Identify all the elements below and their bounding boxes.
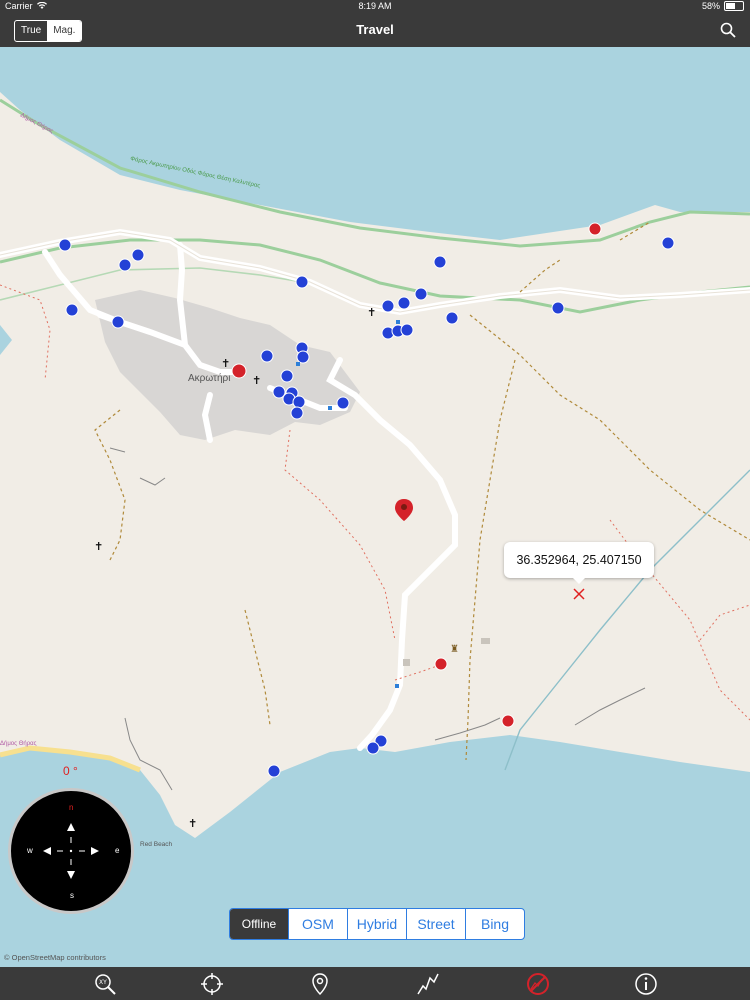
xy-zoom-icon[interactable]: XY xyxy=(93,972,117,996)
poi-marker[interactable] xyxy=(445,311,459,325)
map-type-selector[interactable]: Offline OSM Hybrid Street Bing xyxy=(229,908,525,940)
navigation-bar: True Mag. Travel xyxy=(0,14,750,47)
poi-marker[interactable] xyxy=(290,406,304,420)
church-icon: ✝ xyxy=(188,817,197,830)
attraction-marker[interactable] xyxy=(231,363,247,379)
poi-marker[interactable] xyxy=(260,349,274,363)
poi-marker[interactable] xyxy=(296,350,310,364)
restaurant-marker[interactable] xyxy=(267,764,281,778)
map-type-street[interactable]: Street xyxy=(406,909,465,939)
poi-marker[interactable] xyxy=(111,315,125,329)
compass[interactable]: n e s w xyxy=(8,788,134,914)
map-attribution: © OpenStreetMap contributors xyxy=(4,953,106,962)
page-title: Travel xyxy=(356,22,394,37)
poi-marker[interactable] xyxy=(366,741,380,755)
poi-marker[interactable] xyxy=(397,296,411,310)
church-icon: ✝ xyxy=(367,306,376,319)
track-path-icon[interactable] xyxy=(416,972,440,996)
coordinate-callout[interactable]: 36.352964, 25.407150 xyxy=(504,542,654,584)
archaeological-site-icon: ♜ xyxy=(450,644,459,655)
map-type-bing[interactable]: Bing xyxy=(465,909,524,939)
map-type-hybrid[interactable]: Hybrid xyxy=(347,909,406,939)
road-label-south: Δήμος Θήρας xyxy=(0,740,37,747)
attraction-marker[interactable] xyxy=(588,222,602,236)
church-icon: ✝ xyxy=(221,357,230,370)
attraction-marker[interactable] xyxy=(501,714,515,728)
poi-marker[interactable] xyxy=(414,287,428,301)
poi-marker[interactable] xyxy=(292,395,306,409)
locate-crosshair-icon[interactable] xyxy=(200,972,224,996)
svg-text:XY: XY xyxy=(99,979,107,986)
poi-marker[interactable] xyxy=(295,275,309,289)
compass-rose-icon xyxy=(43,823,99,879)
search-icon[interactable] xyxy=(720,22,736,38)
info-icon[interactable] xyxy=(634,972,658,996)
poi-marker[interactable] xyxy=(336,396,350,410)
map-type-osm[interactable]: OSM xyxy=(288,909,347,939)
beach-label: Red Beach xyxy=(140,841,173,848)
restaurant-marker[interactable] xyxy=(661,236,675,250)
restaurant-marker[interactable] xyxy=(551,301,565,315)
church-icon: ✝ xyxy=(252,374,261,387)
bottom-toolbar: XY xyxy=(0,967,750,1000)
no-track-icon[interactable] xyxy=(526,972,550,996)
poi-marker[interactable] xyxy=(65,303,79,317)
church-icon: ✝ xyxy=(94,540,103,553)
poi-marker[interactable] xyxy=(118,258,132,272)
map-pin-icon[interactable] xyxy=(308,972,332,996)
poi-marker[interactable] xyxy=(131,248,145,262)
map-type-offline[interactable]: Offline xyxy=(230,909,288,939)
battery-percent: 58% xyxy=(701,1,720,11)
poi-marker[interactable] xyxy=(381,299,395,313)
compass-heading: 0 ° xyxy=(63,764,78,778)
battery-icon xyxy=(724,1,744,11)
poi-marker[interactable] xyxy=(58,238,72,252)
attraction-marker[interactable] xyxy=(434,657,448,671)
status-bar: Carrier 8:19 AM 58% xyxy=(0,0,750,14)
status-time: 8:19 AM xyxy=(358,1,392,11)
poi-marker[interactable] xyxy=(280,369,294,383)
village-label: Ακρωτήρι xyxy=(188,372,230,384)
restaurant-marker[interactable] xyxy=(433,255,447,269)
poi-marker[interactable] xyxy=(400,323,414,337)
